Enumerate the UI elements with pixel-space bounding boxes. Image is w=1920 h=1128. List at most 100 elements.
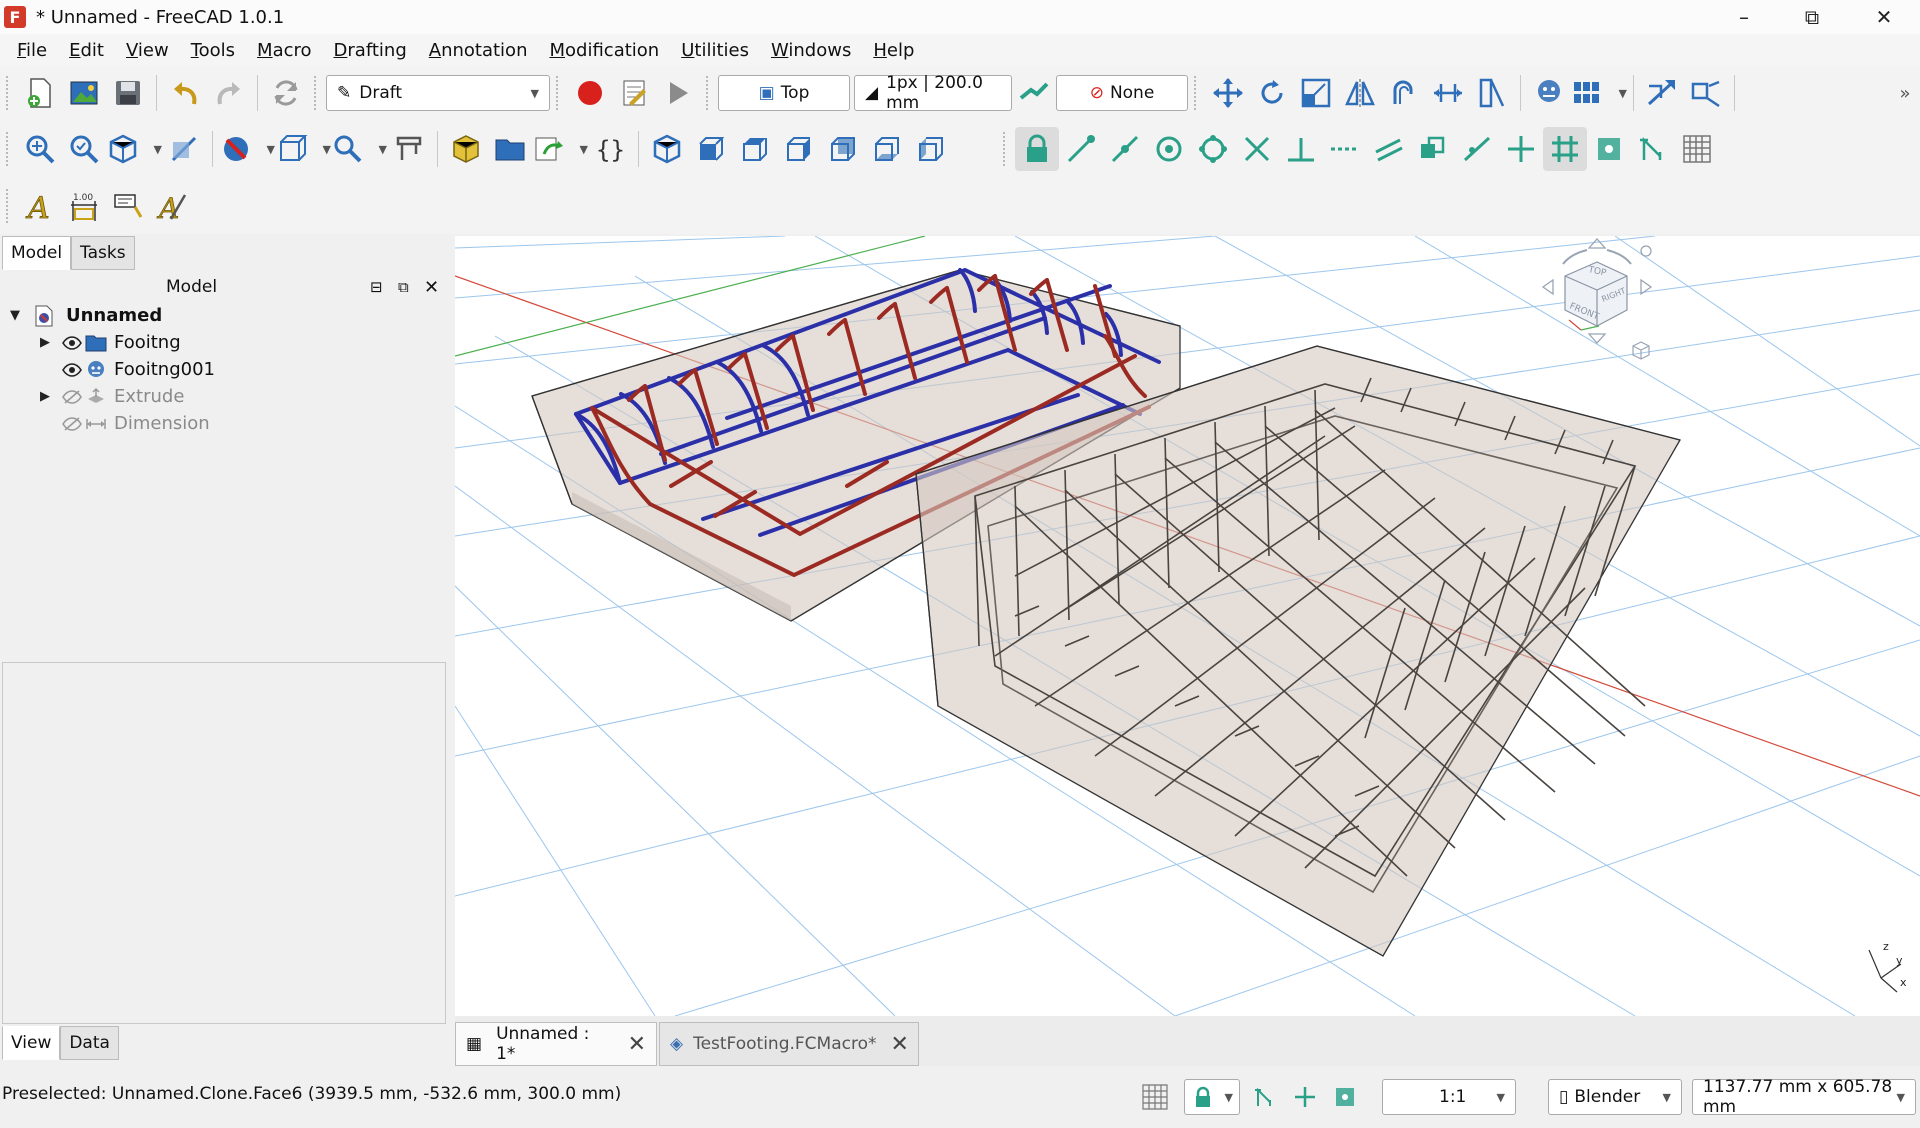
scene-canvas[interactable]: TOP FRONT RIGHT z y x	[455, 236, 1920, 1016]
eye-icon[interactable]	[60, 359, 84, 381]
expand-arrow-icon[interactable]: ▶	[38, 389, 52, 404]
snap-working-plane-button[interactable]	[1587, 127, 1631, 171]
fit-selection-button[interactable]	[62, 127, 106, 171]
snap-intersection-button[interactable]	[1235, 127, 1279, 171]
eye-hidden-icon[interactable]	[60, 386, 84, 408]
menu-help[interactable]: Help	[862, 40, 925, 61]
mirror-button[interactable]	[1338, 71, 1382, 115]
toolbar-grip[interactable]	[6, 132, 12, 166]
measure-distance-button[interactable]	[387, 127, 431, 171]
snap-midpoint-button[interactable]	[1103, 127, 1147, 171]
view-front-button[interactable]	[689, 127, 733, 171]
minimize-button[interactable]: –	[1714, 0, 1774, 34]
restore-icon[interactable]: ⧉	[398, 278, 409, 296]
stretch-button[interactable]	[1470, 71, 1514, 115]
view-section-button[interactable]	[162, 127, 206, 171]
fit-all-button[interactable]	[18, 127, 62, 171]
snap-endpoint-button[interactable]	[1059, 127, 1103, 171]
toolbar-grip[interactable]	[314, 76, 320, 110]
menu-annotation[interactable]: Annotation	[418, 40, 539, 61]
scale-button[interactable]	[1294, 71, 1338, 115]
expand-arrow-icon[interactable]: ▶	[38, 335, 52, 350]
create-group-button[interactable]	[488, 127, 532, 171]
view-rear-button[interactable]	[821, 127, 865, 171]
snap-special-button[interactable]	[1411, 127, 1455, 171]
tree-item-extrude[interactable]: ▶ Extrude	[38, 383, 184, 410]
macros-button[interactable]	[612, 71, 656, 115]
upgrade-button[interactable]	[1640, 71, 1684, 115]
menu-tools[interactable]: Tools	[180, 40, 246, 61]
eye-icon[interactable]	[60, 332, 84, 354]
collapse-icon[interactable]: ⊟	[370, 278, 383, 296]
navcube-arrow-up-icon[interactable]	[1587, 238, 1607, 249]
navcube-mini-cube-icon[interactable]	[1632, 341, 1650, 360]
create-link-button[interactable]: ▼	[532, 127, 588, 171]
draft-style-button[interactable]: ◢ 1px | 200.0 mm	[854, 73, 1012, 113]
new-document-button[interactable]	[18, 71, 62, 115]
navcube-arrow-down-icon[interactable]	[1587, 333, 1607, 344]
menu-file[interactable]: File	[6, 40, 58, 61]
annotation-styles-button[interactable]: A	[150, 184, 194, 228]
record-macro-button[interactable]	[568, 71, 612, 115]
snap-near-button[interactable]	[1455, 127, 1499, 171]
maximize-button[interactable]: ⧉	[1782, 0, 1842, 34]
view-right-button[interactable]	[777, 127, 821, 171]
tab-tasks[interactable]: Tasks	[71, 236, 135, 270]
menu-windows[interactable]: Windows	[760, 40, 862, 61]
create-part-button[interactable]	[444, 127, 488, 171]
menu-utilities[interactable]: Utilities	[670, 40, 760, 61]
view-isometric-button[interactable]	[645, 127, 689, 171]
execute-macro-button[interactable]	[656, 71, 700, 115]
footing-right[interactable]	[915, 345, 1681, 957]
trimex-button[interactable]	[1426, 71, 1470, 115]
array-tools-button[interactable]: ▼	[1571, 71, 1627, 115]
3d-viewport[interactable]: TOP FRONT RIGHT z y x	[455, 236, 1920, 1016]
move-button[interactable]	[1206, 71, 1250, 115]
doc-tab-macro[interactable]: ◈ TestFooting.FCMacro* ✕	[659, 1022, 919, 1066]
offset-button[interactable]	[1382, 71, 1426, 115]
snap-ortho-button[interactable]	[1499, 127, 1543, 171]
toolbar-grip[interactable]	[706, 76, 712, 110]
menu-drafting[interactable]: Drafting	[323, 40, 418, 61]
rotate-button[interactable]	[1250, 71, 1294, 115]
redo-button[interactable]	[207, 71, 251, 115]
tab-model[interactable]: Model	[2, 236, 72, 270]
menu-macro[interactable]: Macro	[246, 40, 322, 61]
status-grid-button[interactable]	[1140, 1078, 1170, 1116]
eye-hidden-icon[interactable]	[60, 413, 84, 435]
view-bottom-button[interactable]	[865, 127, 909, 171]
tree-item-unnamed[interactable]: ▼ Unnamed	[8, 302, 162, 329]
working-plane-button[interactable]: ▣ Top	[718, 75, 850, 111]
measure-button[interactable]: ▼	[331, 127, 387, 171]
collapse-arrow-icon[interactable]: ▼	[8, 308, 22, 323]
snap-extension-button[interactable]	[1323, 127, 1367, 171]
navcube-menu-icon[interactable]	[1640, 245, 1652, 257]
close-window-button[interactable]: ✕	[1854, 0, 1914, 34]
snap-lock-button[interactable]	[1015, 127, 1059, 171]
toolbar-grip[interactable]	[1003, 132, 1009, 166]
navigation-style-selector[interactable]: ▯ Blender ▼	[1548, 1078, 1682, 1116]
status-dimensions-snap-button[interactable]	[1252, 1078, 1278, 1116]
toggle-grid-button[interactable]	[1675, 127, 1719, 171]
toolbar-grip[interactable]	[556, 76, 562, 110]
property-view[interactable]	[2, 662, 446, 1024]
dimension-button[interactable]: 1.00	[62, 184, 106, 228]
snap-perpendicular-button[interactable]	[1279, 127, 1323, 171]
scale-selector[interactable]: 1:1 ▼	[1382, 1078, 1516, 1116]
toolbar-grip[interactable]	[1194, 76, 1200, 110]
snap-dimensions-button[interactable]	[1631, 127, 1675, 171]
snap-parallel-button[interactable]	[1367, 127, 1411, 171]
construction-group-button[interactable]: ⊘ None	[1056, 75, 1188, 111]
tree-item-fooitng[interactable]: ▶ Fooitng	[38, 329, 181, 356]
tree-item-fooitng001[interactable]: Fooitng001	[38, 356, 215, 383]
navcube-arrow-left-icon[interactable]	[1541, 278, 1554, 296]
undo-button[interactable]	[163, 71, 207, 115]
standard-views-button[interactable]: ▼	[106, 127, 162, 171]
workbench-selector[interactable]: ✎ Draft ▼	[326, 75, 550, 111]
save-button[interactable]	[106, 71, 150, 115]
create-variable-set-button[interactable]: {}	[588, 127, 632, 171]
status-ortho-button[interactable]	[1292, 1078, 1318, 1116]
snap-angle-button[interactable]	[1191, 127, 1235, 171]
close-icon[interactable]: ✕	[890, 1032, 908, 1057]
dimensions-readout[interactable]: 1137.77 mm x 605.78 mm ▼	[1692, 1077, 1916, 1117]
